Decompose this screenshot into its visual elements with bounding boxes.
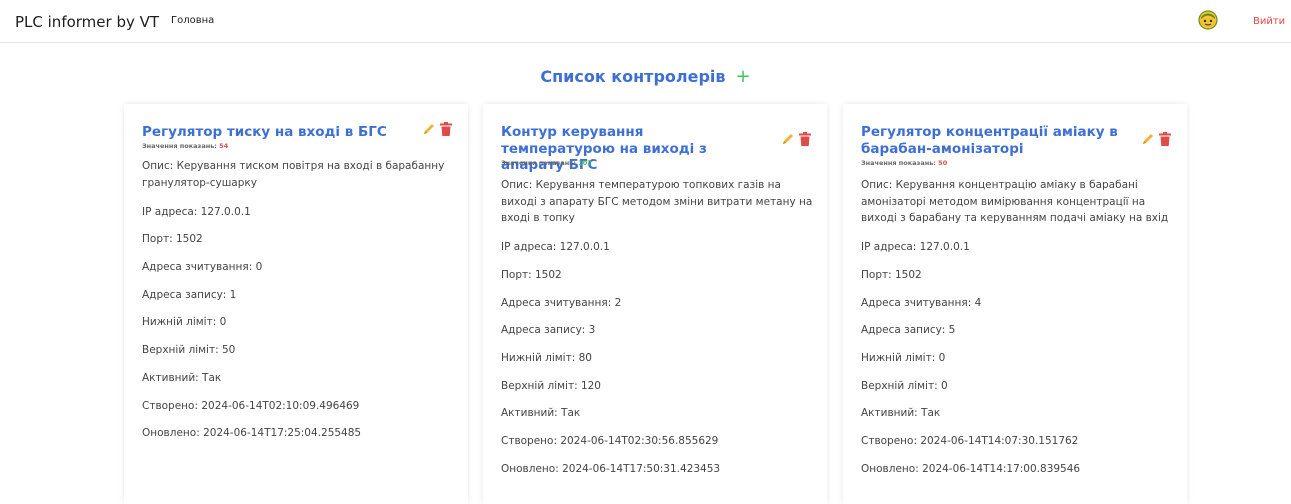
updated-at: Оновлено: 2024-06-14T17:50:31.423453 xyxy=(501,462,721,475)
nav-home-link[interactable]: Головна xyxy=(171,15,214,26)
controller-card: Контур керування температурою на виході … xyxy=(483,104,827,504)
brand-link[interactable]: PLC informer by VT xyxy=(15,13,159,31)
card-actions xyxy=(1141,132,1171,148)
updated-at: Оновлено: 2024-06-14T14:17:00.839546 xyxy=(861,462,1081,475)
navbar: PLC informer by VT Головна Вийти xyxy=(0,0,1291,43)
high-limit: Верхній ліміт: 120 xyxy=(501,379,601,392)
card-actions xyxy=(422,122,452,138)
reading-value: Значення показань: 50 xyxy=(861,159,947,167)
port: Порт: 1502 xyxy=(501,268,562,281)
logout-link[interactable]: Вийти xyxy=(1253,16,1285,27)
high-limit: Верхній ліміт: 0 xyxy=(861,379,948,392)
reading-label: Значення показань: xyxy=(861,159,936,167)
controller-details: Опис: Керування концентрацію аміаку в ба… xyxy=(861,177,1179,476)
controller-title[interactable]: Регулятор тиску на вході в БГС xyxy=(142,124,402,141)
reading-label: Значення показань: xyxy=(142,142,217,150)
low-limit: Нижній ліміт: 0 xyxy=(142,316,227,329)
ip-address: IP адреса: 127.0.0.1 xyxy=(501,241,610,254)
controller-card: Регулятор концентрації аміаку в барабан-… xyxy=(843,104,1187,504)
description: Опис: Керування температурою топкових га… xyxy=(501,179,813,224)
ip-address: IP адреса: 127.0.0.1 xyxy=(142,205,251,218)
trash-icon[interactable] xyxy=(1159,132,1171,146)
port: Порт: 1502 xyxy=(861,268,922,281)
active-status: Активний: Так xyxy=(142,371,222,384)
active-status: Активний: Так xyxy=(501,407,581,420)
reading-number: 54 xyxy=(219,142,229,150)
port: Порт: 1502 xyxy=(142,233,203,246)
updated-at: Оновлено: 2024-06-14T17:25:04.255485 xyxy=(142,427,362,440)
reading-value: Значення показань: 107 xyxy=(501,159,592,167)
reading-value: Значення показань: 54 xyxy=(142,142,228,150)
controller-details: Опис: Керування тиском повітря на вході … xyxy=(142,158,460,440)
created-at: Створено: 2024-06-14T02:10:09.496469 xyxy=(142,399,360,412)
pencil-icon[interactable] xyxy=(422,122,436,136)
page-heading: Список контролерів + xyxy=(0,66,1291,87)
low-limit: Нижній ліміт: 0 xyxy=(861,351,946,364)
description: Опис: Керування концентрацію аміаку в ба… xyxy=(861,179,1169,224)
read-address: Адреса зчитування: 4 xyxy=(861,296,982,309)
description: Опис: Керування тиском повітря на вході … xyxy=(142,160,445,189)
write-address: Адреса запису: 1 xyxy=(142,288,237,301)
pencil-icon[interactable] xyxy=(781,132,795,146)
card-actions xyxy=(781,132,811,148)
trash-icon[interactable] xyxy=(440,122,452,136)
user-avatar-icon[interactable] xyxy=(1198,10,1218,30)
write-address: Адреса запису: 3 xyxy=(501,324,596,337)
trash-icon[interactable] xyxy=(799,132,811,146)
reading-label: Значення показань: xyxy=(501,159,576,167)
reading-number: 50 xyxy=(938,159,948,167)
reading-number: 107 xyxy=(578,159,592,167)
controller-details: Опис: Керування температурою топкових га… xyxy=(501,177,819,476)
active-status: Активний: Так xyxy=(861,407,941,420)
read-address: Адреса зчитування: 2 xyxy=(501,296,622,309)
created-at: Створено: 2024-06-14T14:07:30.151762 xyxy=(861,435,1079,447)
controller-card: Регулятор тиску на вході в БГС Значення … xyxy=(124,104,468,504)
ip-address: IP адреса: 127.0.0.1 xyxy=(861,241,970,254)
page-title: Список контролерів xyxy=(540,67,726,86)
high-limit: Верхній ліміт: 50 xyxy=(142,344,236,357)
controller-title[interactable]: Регулятор концентрації аміаку в барабан-… xyxy=(861,124,1121,157)
created-at: Створено: 2024-06-14T02:30:56.855629 xyxy=(501,435,719,447)
pencil-icon[interactable] xyxy=(1141,132,1155,146)
write-address: Адреса запису: 5 xyxy=(861,324,956,337)
read-address: Адреса зчитування: 0 xyxy=(142,261,263,274)
low-limit: Нижній ліміт: 80 xyxy=(501,351,592,364)
plus-icon[interactable]: + xyxy=(736,66,751,87)
